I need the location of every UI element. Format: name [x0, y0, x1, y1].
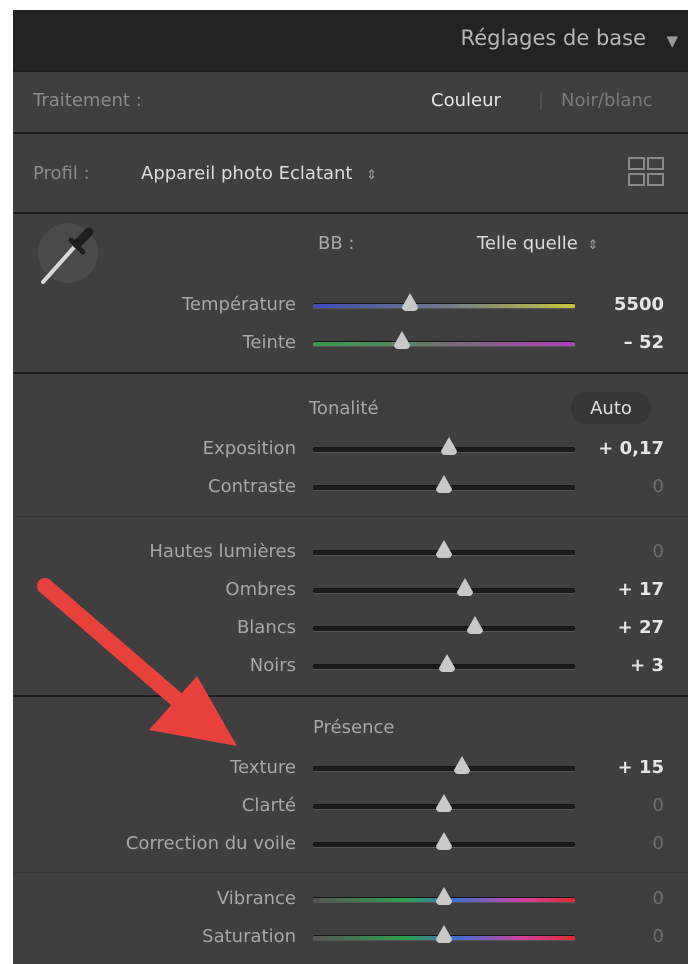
slider-track[interactable] [313, 588, 575, 594]
updown-icon: ⇕ [366, 168, 378, 183]
eyedropper-icon[interactable] [33, 220, 103, 290]
slider-value[interactable]: 5500 [614, 294, 664, 315]
slider-label: Saturation [202, 926, 296, 947]
profile-dropdown[interactable]: Appareil photo Eclatant ⇕ [141, 163, 377, 184]
slider-value[interactable]: 0 [653, 926, 664, 947]
divider [13, 132, 688, 134]
slider-label: Ombres [225, 579, 296, 600]
slider-value[interactable]: 0 [653, 541, 664, 562]
basic-panel: Réglages de base ▼ Traitement : Couleur … [13, 10, 688, 964]
treatment-color-option[interactable]: Couleur [431, 90, 501, 111]
slider-thumb[interactable] [436, 794, 452, 812]
slider-thumb[interactable] [436, 475, 452, 493]
slider-thumb[interactable] [401, 293, 418, 311]
slider-value[interactable]: + 17 [618, 579, 664, 600]
slider-label: Hautes lumières [149, 541, 296, 562]
presence-heading: Présence [313, 717, 395, 738]
treatment-bw-option[interactable]: Noir/blanc [561, 90, 653, 111]
slider-label: Texture [230, 757, 296, 778]
slider-track[interactable] [313, 303, 575, 309]
treatment-label: Traitement : [33, 90, 142, 111]
panel-header[interactable]: Réglages de base ▼ [13, 10, 688, 70]
red-arrow-icon [27, 570, 247, 760]
slider-thumb[interactable] [394, 331, 411, 349]
slider-label: Blancs [236, 617, 296, 638]
slider-thumb[interactable] [441, 437, 458, 455]
slider-value[interactable]: + 15 [618, 757, 664, 778]
slider-value[interactable]: – 52 [624, 332, 664, 353]
wb-dropdown[interactable]: Telle quelle ⇕ [477, 233, 598, 254]
divider [13, 70, 688, 72]
slider-value[interactable]: 0 [653, 833, 664, 854]
treatment-separator: | [538, 90, 545, 111]
profile-label: Profil : [33, 163, 90, 184]
updown-icon: ⇕ [587, 238, 599, 253]
slider-thumb[interactable] [436, 832, 452, 850]
slider-thumb[interactable] [436, 925, 452, 943]
wb-label: BB : [318, 233, 355, 254]
slider-track[interactable] [313, 766, 575, 772]
tone-heading: Tonalité [309, 398, 379, 419]
slider-label: Correction du voile [125, 833, 296, 854]
slider-label: Teinte [242, 332, 296, 353]
slider-thumb[interactable] [438, 654, 455, 672]
slider-label: Exposition [202, 438, 296, 459]
slider-label: Contraste [208, 476, 296, 497]
wb-value: Telle quelle [477, 233, 578, 254]
slider-value[interactable]: 0 [653, 476, 664, 497]
slider-label: Vibrance [216, 888, 296, 909]
triangle-down-icon[interactable]: ▼ [666, 32, 678, 50]
panel-title: Réglages de base [460, 26, 646, 50]
slider-thumb[interactable] [436, 540, 452, 558]
slider-thumb[interactable] [456, 578, 473, 596]
auto-button[interactable]: Auto [571, 392, 651, 424]
slider-track[interactable] [313, 341, 575, 347]
slider-value[interactable]: + 27 [618, 617, 664, 638]
slider-value[interactable]: 0 [653, 795, 664, 816]
divider [13, 212, 688, 214]
slider-label: Température [181, 294, 296, 315]
slider-value[interactable]: + 0,17 [598, 438, 664, 459]
grid-icon[interactable] [628, 157, 664, 187]
divider [13, 372, 688, 374]
profile-value: Appareil photo Eclatant [141, 163, 353, 184]
slider-value[interactable]: + 3 [630, 655, 664, 676]
slider-thumb[interactable] [436, 887, 452, 905]
auto-label: Auto [590, 398, 632, 419]
slider-thumb[interactable] [467, 616, 484, 634]
slider-track[interactable] [313, 626, 575, 632]
slider-label: Clarté [241, 795, 296, 816]
slider-label: Noirs [249, 655, 296, 676]
divider [13, 516, 688, 517]
slider-thumb[interactable] [454, 756, 471, 774]
slider-value[interactable]: 0 [653, 888, 664, 909]
divider [13, 872, 688, 873]
